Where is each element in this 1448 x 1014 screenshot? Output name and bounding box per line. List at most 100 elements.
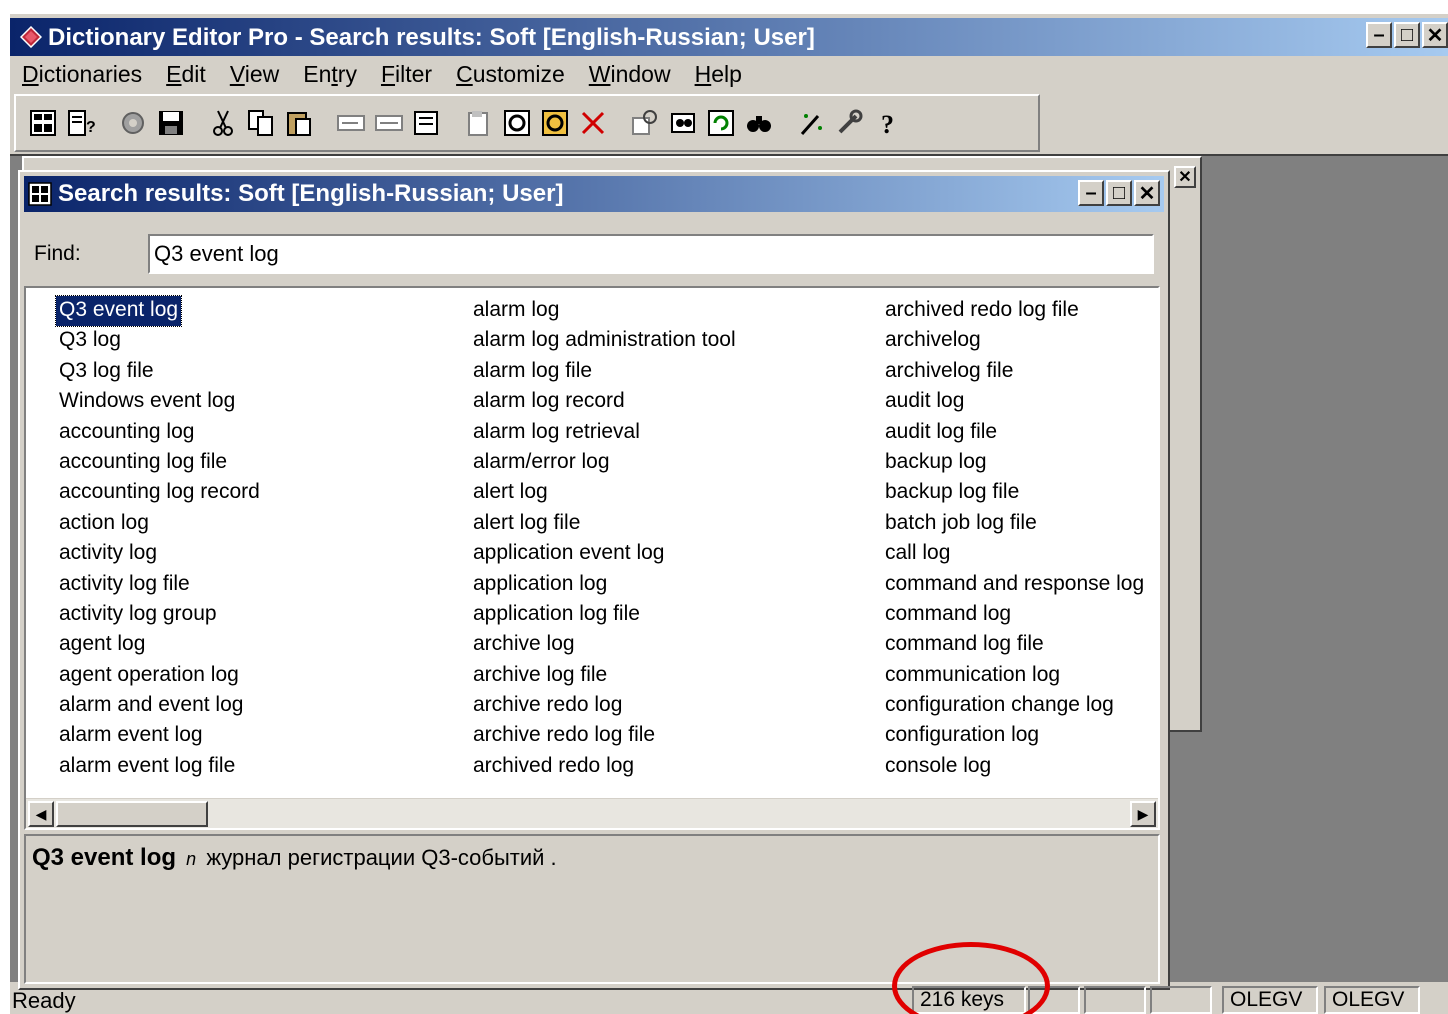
close-button[interactable]: ✕	[1422, 22, 1448, 48]
definition-term: Q3 event log	[32, 844, 177, 871]
horizontal-scrollbar[interactable]: ◀ ▶	[26, 798, 1158, 828]
list-item[interactable]: console log	[882, 752, 1147, 782]
list-item[interactable]: alert log	[470, 478, 739, 508]
list-item-selected[interactable]: Q3 event log	[54, 294, 183, 328]
menu-window[interactable]: Window	[577, 56, 683, 92]
list-item[interactable]: accounting log	[56, 418, 263, 448]
status-panel-empty-3	[1150, 986, 1212, 1014]
list-item[interactable]: alarm log administration tool	[470, 326, 739, 356]
paste-button[interactable]	[280, 103, 318, 143]
list-item[interactable]: archived redo log	[470, 752, 739, 782]
list-item[interactable]: communication log	[882, 661, 1147, 691]
list-item[interactable]: action log	[56, 509, 263, 539]
find-replace-button[interactable]	[626, 103, 664, 143]
copy-button[interactable]	[242, 103, 280, 143]
menu-help[interactable]: Help	[683, 56, 754, 92]
list-item[interactable]: Windows event log	[56, 387, 263, 417]
menu-dictionaries[interactable]: Dictionaries	[10, 56, 154, 92]
view-mode-1-button[interactable]	[332, 103, 370, 143]
menu-filter[interactable]: Filter	[369, 56, 444, 92]
edit-entry-button[interactable]	[498, 103, 536, 143]
entry-card-button[interactable]	[536, 103, 574, 143]
list-item[interactable]: configuration log	[882, 721, 1147, 751]
cut-button[interactable]	[204, 103, 242, 143]
list-item[interactable]: alarm log record	[470, 387, 739, 417]
status-user-1: OLEGV	[1222, 986, 1318, 1014]
list-item[interactable]: Q3 log	[56, 326, 263, 356]
list-item[interactable]: alarm/error log	[470, 448, 739, 478]
list-item[interactable]: alarm log file	[470, 357, 739, 387]
list-item[interactable]: alarm log	[470, 296, 739, 326]
search-minimize-button[interactable]: –	[1078, 180, 1104, 206]
scroll-thumb[interactable]	[56, 801, 208, 827]
binoculars-button[interactable]	[740, 103, 778, 143]
list-item[interactable]: batch job log file	[882, 509, 1147, 539]
save-button[interactable]	[152, 103, 190, 143]
list-item[interactable]: command log file	[882, 630, 1147, 660]
find-label: Find:	[34, 242, 81, 265]
list-item[interactable]: archive redo log file	[470, 721, 739, 751]
background-close-button[interactable]: ✕	[1174, 166, 1196, 188]
find-input[interactable]	[148, 234, 1154, 274]
help-button[interactable]: ?	[868, 103, 906, 143]
list-item[interactable]: call log	[882, 539, 1147, 569]
list-item[interactable]: accounting log file	[56, 448, 263, 478]
list-item[interactable]: command and response log	[882, 570, 1147, 600]
list-item[interactable]: alarm event log	[56, 721, 263, 751]
menu-entry[interactable]: Entry	[291, 56, 369, 92]
delete-button[interactable]	[574, 103, 612, 143]
list-item[interactable]: backup log file	[882, 478, 1147, 508]
settings-button[interactable]	[114, 103, 152, 143]
list-item[interactable]: accounting log record	[56, 478, 263, 508]
list-item[interactable]: audit log	[882, 387, 1147, 417]
delete-icon	[581, 111, 605, 135]
find-button[interactable]	[664, 103, 702, 143]
new-entry-button[interactable]	[460, 103, 498, 143]
list-item[interactable]: alarm and event log	[56, 691, 263, 721]
list-item[interactable]: archivelog file	[882, 357, 1147, 387]
menu-view[interactable]: View	[218, 56, 291, 92]
list-item[interactable]: agent operation log	[56, 661, 263, 691]
results-list[interactable]: Q3 event log Q3 log Q3 log file Windows eve…	[24, 286, 1160, 830]
list-item[interactable]: configuration change log	[882, 691, 1147, 721]
list-item[interactable]: activity log group	[56, 600, 263, 630]
list-item[interactable]: archive log	[470, 630, 739, 660]
list-item[interactable]: archive log file	[470, 661, 739, 691]
search-window-title-bar[interactable]: Search results: Soft [English-Russian; U…	[24, 176, 1164, 212]
list-item[interactable]: alarm event log file	[56, 752, 263, 782]
maximize-button[interactable]: □	[1394, 22, 1420, 48]
list-item[interactable]: agent log	[56, 630, 263, 660]
menu-customize[interactable]: Customize	[444, 56, 577, 92]
list-item[interactable]: archive redo log	[470, 691, 739, 721]
dictionary-info-button[interactable]: ?	[62, 103, 100, 143]
list-item[interactable]: backup log	[882, 448, 1147, 478]
view-mode-3-button[interactable]	[408, 103, 446, 143]
definition-translation: журнал регистрации Q3-событий .	[206, 845, 557, 870]
tools-button[interactable]	[830, 103, 868, 143]
list-item[interactable]: alert log file	[470, 509, 739, 539]
dictionary-list-button[interactable]	[24, 103, 62, 143]
list-item[interactable]: Q3 event log	[54, 294, 263, 328]
menu-edit[interactable]: Edit	[154, 56, 218, 92]
scroll-right-button[interactable]: ▶	[1130, 801, 1156, 827]
scroll-left-button[interactable]: ◀	[28, 801, 54, 827]
main-title-bar[interactable]: Dictionary Editor Pro - Search results: …	[10, 18, 1448, 56]
minimize-button[interactable]: –	[1366, 22, 1392, 48]
list-item[interactable]: archivelog	[882, 326, 1147, 356]
list-item[interactable]: activity log	[56, 539, 263, 569]
list-item[interactable]: archived redo log file	[882, 296, 1147, 326]
list-item[interactable]: audit log file	[882, 418, 1147, 448]
list-item[interactable]: Q3 log file	[56, 357, 263, 387]
view-mode-2-button[interactable]	[370, 103, 408, 143]
search-maximize-button[interactable]: □	[1106, 180, 1132, 206]
search-close-button[interactable]: ✕	[1134, 180, 1160, 206]
list-item[interactable]: alarm log retrieval	[470, 418, 739, 448]
list-item[interactable]: application event log	[470, 539, 739, 569]
refresh-button[interactable]	[702, 103, 740, 143]
list-item[interactable]: command log	[882, 600, 1147, 630]
magic-wand-button[interactable]	[792, 103, 830, 143]
book-icon	[20, 26, 42, 48]
list-item[interactable]: application log file	[470, 600, 739, 630]
list-item[interactable]: activity log file	[56, 570, 263, 600]
list-item[interactable]: application log	[470, 570, 739, 600]
